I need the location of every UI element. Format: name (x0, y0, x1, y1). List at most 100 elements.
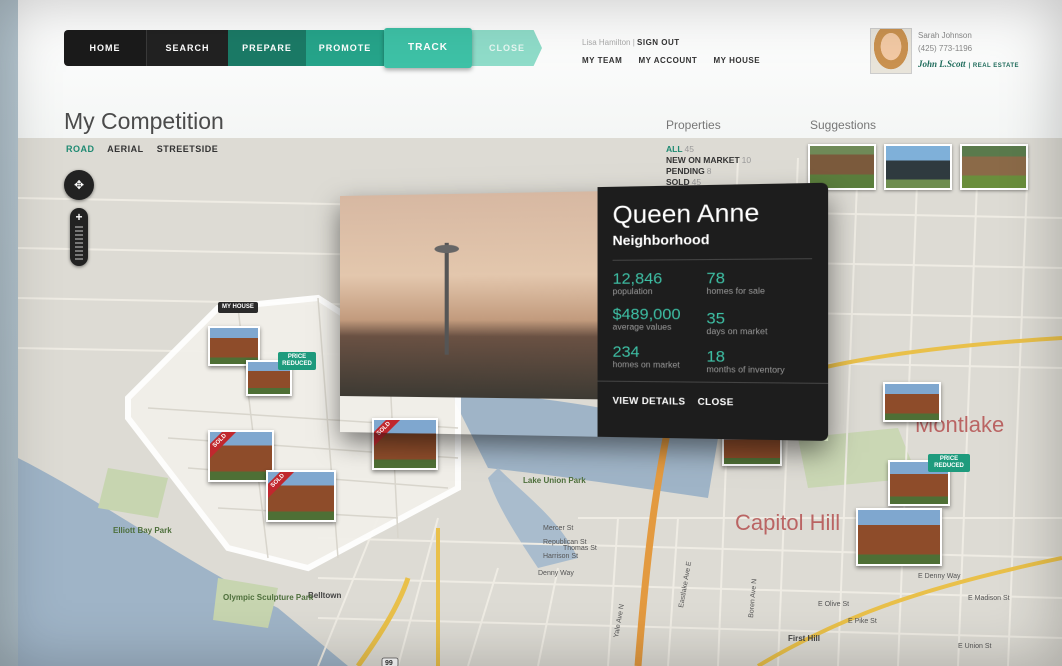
sold-ribbon: SOLD (210, 432, 238, 459)
app-window: HOME SEARCH PREPARE PROMOTE TRACK CLOSE … (0, 0, 1062, 666)
agent-name: Sarah Johnson (918, 31, 972, 40)
sold-ribbon: SOLD (268, 472, 296, 499)
brand-logo: John L.Scott | REAL ESTATE (918, 59, 1019, 69)
view-details-button[interactable]: VIEW DETAILS (613, 395, 686, 406)
my-account-link[interactable]: MY ACCOUNT (638, 56, 697, 65)
my-team-link[interactable]: MY TEAM (582, 56, 622, 65)
popup-subtitle: Neighborhood (612, 231, 710, 249)
map-mode-tabs: ROAD AERIAL STREETSIDE (66, 144, 228, 154)
my-house-tag: MY HOUSE (218, 302, 258, 313)
park-label-lake-union: Lake Union Park (523, 476, 586, 485)
stat-homes-for-sale: 78 homes for sale (706, 269, 765, 296)
street-label: Mercer St (543, 525, 573, 532)
divider (612, 258, 813, 261)
price-reduced-tag: PRICE REDUCED (278, 352, 316, 370)
stat-label: months of inventory (706, 364, 785, 375)
filter-count: 8 (706, 166, 712, 176)
property-marker[interactable] (883, 382, 941, 422)
my-house-link[interactable]: MY HOUSE (714, 56, 761, 65)
area-label-first-hill: First Hill (788, 634, 820, 643)
stat-value: $489,000 (612, 305, 681, 324)
properties-heading: Properties (666, 118, 721, 132)
nav-step-close[interactable]: CLOSE (472, 30, 542, 66)
stat-label: days on market (706, 326, 768, 337)
step-navigation: HOME SEARCH PREPARE PROMOTE TRACK CLOSE (64, 28, 542, 68)
nav-step-search[interactable]: SEARCH (146, 30, 228, 66)
neighborhood-photo (340, 191, 598, 400)
stat-average-values: $489,000 average values (613, 306, 681, 332)
park-label-olympic-sculpture-park: Olympic Sculpture Park (223, 593, 314, 602)
agent-card: Sarah Johnson (425) 773-1196 John L.Scot… (870, 28, 1050, 76)
nav-step-track[interactable]: TRACK (384, 28, 472, 68)
neighborhood-info-panel: Queen Anne Neighborhood 12,846 populatio… (597, 182, 829, 441)
street-label: E Pike St (848, 618, 877, 625)
agent-avatar (870, 28, 912, 74)
user-name: Lisa Hamilton (582, 38, 631, 47)
account-separator: | (632, 38, 635, 47)
stat-value: 78 (706, 269, 725, 288)
filter-label: NEW ON MARKET (666, 155, 740, 165)
tab-road[interactable]: ROAD (66, 144, 95, 154)
nav-step-home[interactable]: HOME (64, 30, 146, 66)
street-label: E Union St (958, 643, 992, 650)
space-needle-shape (444, 242, 449, 355)
stat-label: homes on market (612, 359, 680, 370)
agent-phone: (425) 773-1196 (918, 44, 973, 53)
tab-streetside[interactable]: STREETSIDE (157, 144, 219, 154)
zoom-in-button[interactable]: + (70, 210, 88, 224)
street-label: E Denny Way (918, 573, 961, 580)
park-label-elliott-bay: Elliott Bay Park (113, 526, 172, 535)
filter-count: 45 (684, 144, 694, 154)
price-reduced-tag: PRICE REDUCED (928, 454, 970, 472)
suggestion-thumbnails (808, 144, 1028, 190)
nav-step-prepare[interactable]: PREPARE (228, 30, 306, 66)
filter-label: ALL (666, 144, 683, 154)
nav-step-promote[interactable]: PROMOTE (306, 30, 384, 66)
popup-title: Queen Anne (612, 198, 760, 230)
property-marker-sold[interactable]: SOLD (208, 430, 274, 482)
property-marker[interactable] (856, 508, 942, 566)
suggestions-heading: Suggestions (810, 118, 877, 132)
street-label: Denny Way (538, 570, 574, 577)
neighborhood-popup: Queen Anne Neighborhood 12,846 populatio… (340, 182, 829, 441)
filter-count: 10 (741, 155, 752, 165)
page-title: My Competition (64, 108, 224, 134)
zoom-slider[interactable] (75, 226, 83, 260)
street-label: Eastlake Ave E (678, 561, 693, 609)
stat-homes-on-market: 234 homes on market (613, 343, 680, 370)
route-badge-99: 99 (385, 660, 393, 666)
tab-aerial[interactable]: AERIAL (107, 144, 144, 154)
stat-label: average values (612, 322, 672, 332)
street-label: E Madison St (968, 595, 1010, 602)
filter-new-on-market[interactable]: NEW ON MARKET 10 (666, 155, 751, 166)
suggestion-thumbnail[interactable] (884, 144, 952, 190)
popup-close-button[interactable]: CLOSE (698, 396, 734, 407)
stat-label: population (612, 286, 653, 297)
stat-population: 12,846 population (613, 270, 663, 296)
map-zoom-control: + (70, 208, 88, 266)
sign-out-link[interactable]: SIGN OUT (637, 38, 680, 47)
space-needle-top-shape (434, 244, 460, 254)
street-label: Yale Ave N (613, 604, 626, 639)
street-label: E Olive St (818, 601, 849, 608)
stat-value: 35 (706, 309, 725, 328)
stat-value: 12,846 (612, 269, 663, 288)
brand-suffix: | REAL ESTATE (968, 63, 1020, 69)
stat-value: 234 (612, 343, 640, 362)
account-menu: Lisa Hamilton | SIGN OUT MY TEAM MY ACCO… (582, 38, 774, 65)
filter-all[interactable]: ALL 45 (666, 144, 751, 155)
street-label: Harrison St (543, 553, 578, 560)
filter-label: PENDING (666, 166, 705, 176)
divider (597, 380, 829, 384)
property-marker-sold[interactable]: SOLD (266, 470, 336, 522)
street-label: Boren Ave N (748, 579, 758, 619)
stat-months-of-inventory: 18 months of inventory (706, 348, 784, 375)
properties-filter-list: ALL 45 NEW ON MARKET 10 PENDING 8 SOLD 45 (666, 144, 751, 188)
stat-label: homes for sale (706, 286, 766, 297)
map-pan-control[interactable]: ✥ (64, 170, 94, 200)
street-label: Thomas St (563, 545, 597, 552)
suggestion-thumbnail[interactable] (960, 144, 1028, 190)
neighborhood-label-capitol-hill: Capitol Hill (735, 510, 841, 535)
brand-name: John L.Scott (918, 59, 966, 69)
filter-pending[interactable]: PENDING 8 (666, 166, 751, 177)
